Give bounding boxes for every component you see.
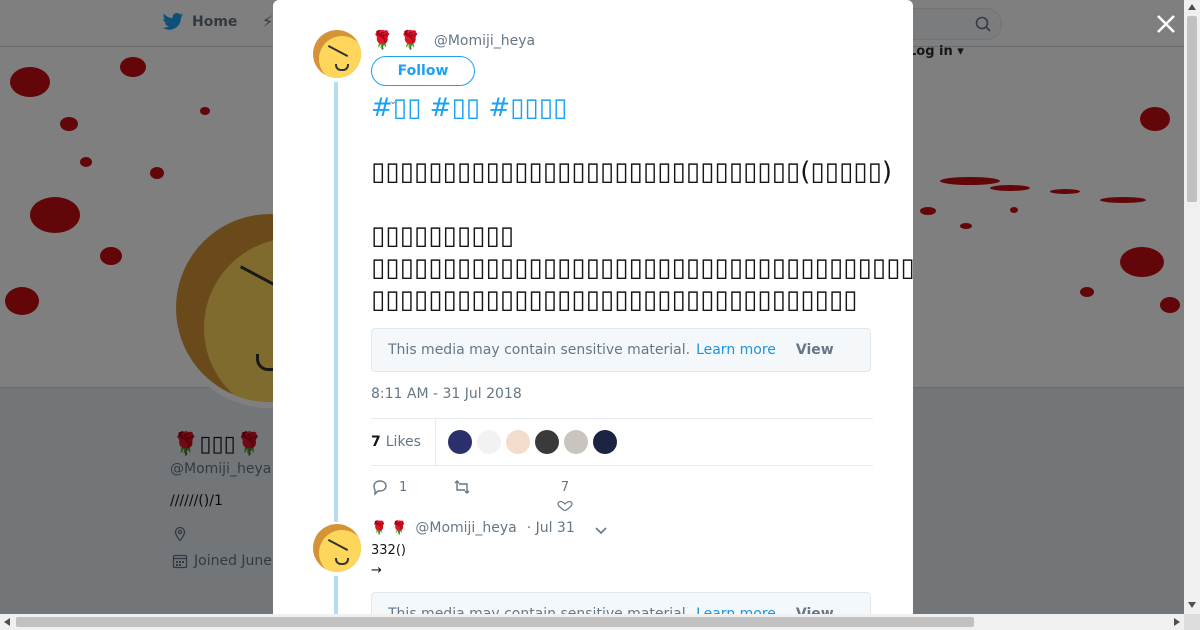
- sensitive-text: This media may contain sensitive materia…: [388, 606, 691, 614]
- thread-line: [334, 82, 338, 522]
- tweet-timestamp[interactable]: 8:11 AM - 31 Jul 2018: [371, 386, 522, 402]
- retweet-button[interactable]: [453, 478, 471, 496]
- tweet-handle[interactable]: @Momiji_heya: [434, 33, 535, 49]
- reply-icon: [373, 480, 387, 496]
- likes-count[interactable]: 7 Likes: [371, 419, 436, 465]
- liker-avatar[interactable]: [592, 430, 617, 454]
- view-media-button[interactable]: View: [796, 342, 834, 358]
- tweet2-display-name[interactable]: 🌹🌹: [371, 521, 411, 536]
- tweet-actions: 1 7: [371, 476, 671, 511]
- tweet2-date[interactable]: · Jul 31: [527, 520, 575, 536]
- tweet-avatar[interactable]: [313, 30, 361, 78]
- tweet-hashtags[interactable]: #▯▯ #▯▯ #▯▯▯▯: [371, 93, 567, 123]
- tweet2-avatar[interactable]: [313, 524, 361, 572]
- reply-button[interactable]: 1: [371, 478, 407, 496]
- tweet-line: ▯▯▯▯▯▯▯▯▯▯: [371, 221, 515, 251]
- display-name[interactable]: 🌹🌹: [371, 30, 428, 51]
- vertical-scrollbar[interactable]: [1184, 0, 1200, 614]
- like-button[interactable]: 7: [557, 480, 573, 511]
- login-link[interactable]: Log in ▾: [908, 44, 964, 59]
- like-count: 7: [560, 480, 570, 495]
- heart-icon: [557, 501, 573, 511]
- tweet2-handle[interactable]: @Momiji_heya: [415, 520, 516, 536]
- tweet-modal: 🌹🌹 @Momiji_heya Follow ⌄ #▯▯ #▯▯ #▯▯▯▯ ▯…: [273, 0, 913, 614]
- close-icon[interactable]: [1154, 12, 1178, 36]
- liker-avatar[interactable]: [505, 430, 530, 454]
- tweet-line: ▯▯▯▯▯▯▯▯▯▯▯▯▯▯▯▯▯▯▯▯▯▯▯▯▯▯▯▯▯▯▯▯▯▯▯▯▯▯▯▯…: [371, 253, 913, 283]
- sensitive-media-notice: This media may contain sensitive materia…: [371, 328, 871, 372]
- scrollbar-thumb[interactable]: [16, 617, 974, 627]
- thread-line: [334, 576, 338, 614]
- liker-avatar[interactable]: [447, 430, 472, 454]
- chevron-down-icon[interactable]: [595, 524, 607, 536]
- tweet-line: ▯▯▯▯▯▯▯▯▯▯▯▯▯▯▯▯▯▯▯▯▯▯▯▯▯▯▯▯▯▯(▯▯▯▯▯): [371, 157, 893, 187]
- tweet2-text-line: →: [371, 563, 382, 578]
- scroll-right-arrow-icon[interactable]: [1174, 618, 1180, 626]
- follow-button[interactable]: Follow: [371, 56, 475, 86]
- learn-more-link[interactable]: Learn more: [696, 606, 776, 614]
- tweet2-text-line: 332(): [371, 543, 406, 558]
- horizontal-scrollbar[interactable]: [0, 614, 1184, 630]
- likers-list: [447, 430, 617, 454]
- sensitive-text: This media may contain sensitive materia…: [388, 342, 691, 358]
- liker-avatar[interactable]: [534, 430, 559, 454]
- tweet2-header: 🌹🌹 @Momiji_heya · Jul 31: [371, 520, 575, 536]
- liker-avatar[interactable]: [563, 430, 588, 454]
- reply-count: 1: [399, 479, 408, 495]
- tweet-header: 🌹🌹 @Momiji_heya: [371, 30, 535, 51]
- retweet-icon: [454, 480, 470, 494]
- liker-avatar[interactable]: [476, 430, 501, 454]
- view-media-button[interactable]: View: [796, 606, 834, 614]
- scroll-up-arrow-icon[interactable]: [1188, 4, 1196, 10]
- sensitive-media-notice: This media may contain sensitive materia…: [371, 592, 871, 614]
- learn-more-link[interactable]: Learn more: [696, 342, 776, 358]
- tweet-text: #▯▯ #▯▯ #▯▯▯▯ ▯▯▯▯▯▯▯▯▯▯▯▯▯▯▯▯▯▯▯▯▯▯▯▯▯▯…: [371, 92, 913, 316]
- likes-row: 7 Likes: [371, 418, 873, 466]
- scrollbar-corner: [1184, 614, 1200, 630]
- scrollbar-thumb[interactable]: [1187, 16, 1197, 202]
- scroll-down-arrow-icon[interactable]: [1188, 602, 1196, 608]
- tweet-line: ▯▯▯▯▯▯▯▯▯▯▯▯▯▯▯▯▯▯▯▯▯▯▯▯▯▯▯▯▯▯▯▯▯▯: [371, 285, 858, 315]
- scroll-left-arrow-icon[interactable]: [4, 618, 10, 626]
